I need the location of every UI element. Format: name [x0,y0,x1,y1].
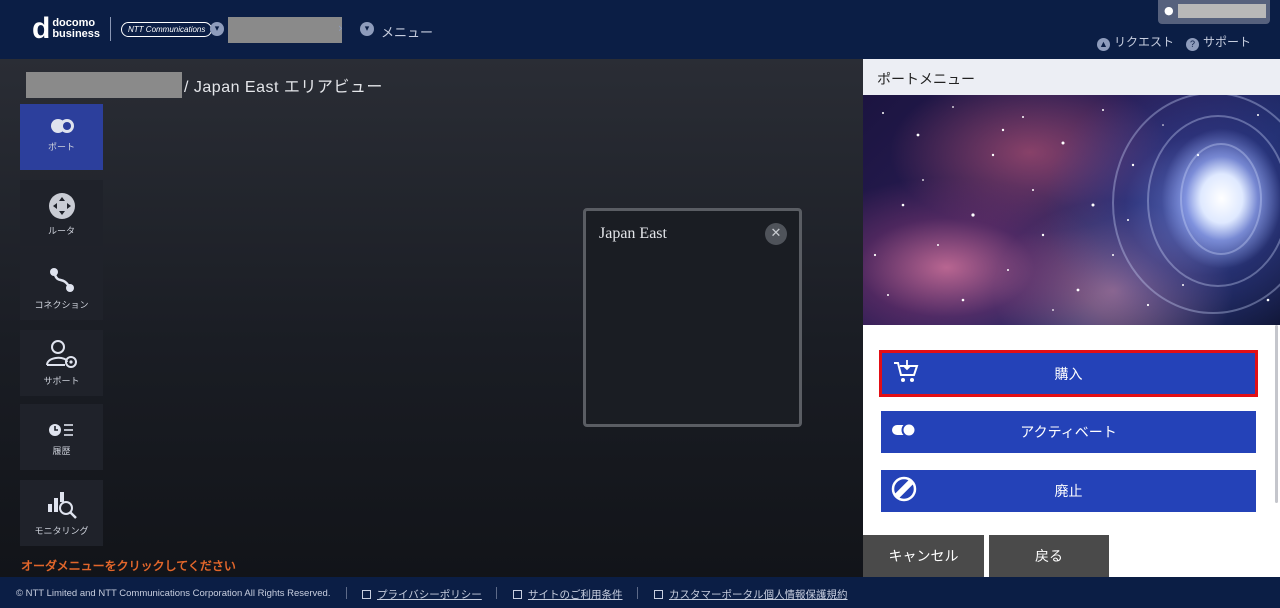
region-card-japan-east[interactable]: Japan East ✕ [583,208,802,427]
sidebar-label: ルータ [47,226,75,236]
external-link-icon [513,590,522,599]
port-icon [50,119,74,133]
breadcrumb-menu[interactable]: メニュー [381,22,433,41]
panel-scrollbar[interactable] [1275,325,1278,503]
customer-portal-privacy-label: カスタマーポータル個人情報保護規約 [669,589,848,601]
page-title: / Japan East エリアビュー [184,79,383,96]
sidebar-label: モニタリング [34,526,89,536]
close-icon[interactable]: ✕ [765,223,787,245]
user-name-redacted [1178,4,1266,18]
starfield [873,95,1280,314]
page-title-row: / Japan East エリアビュー [26,72,383,98]
chevron-down-icon[interactable]: ▾ [360,22,374,36]
privacy-policy-link[interactable]: プライバシーポリシー [362,587,482,602]
purchase-label: 購入 [1054,365,1083,382]
connection-icon [49,268,74,292]
request-label: リクエスト [1114,35,1175,49]
copyright-text: © NTT Limited and NTT Communications Cor… [16,588,331,599]
sidebar-label: ポート [47,142,75,152]
privacy-policy-label: プライバシーポリシー [377,589,482,601]
top-header: d docomo business NTT Communications ▾ ›… [0,0,1280,59]
monitoring-icon [47,492,77,519]
customer-portal-privacy-link[interactable]: カスタマーポータル個人情報保護規約 [654,587,848,602]
sidebar-item-monitoring[interactable]: モニタリング [20,480,103,546]
docomo-business-logo[interactable]: d docomo business NTT Communications [32,12,213,45]
space-tunnel-image [863,95,1280,325]
region-name: Japan East [599,225,667,242]
support-link[interactable]: ? サポート [1186,33,1251,51]
page-footer: © NTT Limited and NTT Communications Cor… [0,577,1280,608]
sidebar-label: 履歴 [52,446,71,456]
terms-of-use-link[interactable]: サイトのご利用条件 [513,587,623,602]
breadcrumb-arrow-icon: › [338,21,343,35]
question-icon: ? [1186,38,1199,51]
footer-divider [346,587,347,599]
chevron-down-icon[interactable]: ▾ [210,22,224,36]
sidebar-label: コネクション [34,300,89,310]
purchase-button[interactable]: 購入 [879,350,1258,397]
footer-divider [496,587,497,599]
support-user-gear-icon [45,340,77,368]
panel-header: ポートメニュー [863,59,1280,95]
logo-d-mark: d [32,12,51,45]
back-button[interactable]: 戻る [989,535,1109,577]
abolish-button[interactable]: 廃止 [881,470,1256,512]
router-icon [48,193,75,219]
logo-line2: business [52,28,101,40]
order-hint-text: オーダメニューをクリックしてください [21,559,236,573]
activate-button[interactable]: アクティベート [881,411,1256,453]
sidebar-item-port[interactable]: ポート [20,104,103,170]
footer-divider [637,587,638,599]
logo-wordmark: docomo business [52,18,100,40]
ntt-communications-logo: NTT Communications [121,21,213,37]
user-icon: ● [1164,4,1174,17]
breadcrumb-redacted-item[interactable] [228,17,342,43]
activate-label: アクティベート [1020,424,1117,440]
sidebar-label: サポート [43,376,80,386]
abolish-label: 廃止 [1054,483,1083,499]
sidebar-item-support[interactable]: サポート [20,330,103,396]
history-icon [48,424,73,436]
cancel-button[interactable]: キャンセル [863,535,984,577]
logo-separator [110,17,112,41]
panel-title: ポートメニュー [877,71,975,87]
support-label: サポート [1203,35,1252,49]
external-link-icon [362,590,371,599]
sidebar-item-router[interactable]: ルータ [20,180,103,246]
terms-of-use-label: サイトのご利用条件 [528,589,623,601]
external-link-icon [654,590,663,599]
sidebar-item-history[interactable]: 履歴 [20,404,103,470]
title-redacted [26,72,182,98]
bell-icon: ▲ [1097,38,1110,51]
request-link[interactable]: ▲ リクエスト [1097,33,1174,51]
sidebar-item-connection[interactable]: コネクション [20,254,103,320]
